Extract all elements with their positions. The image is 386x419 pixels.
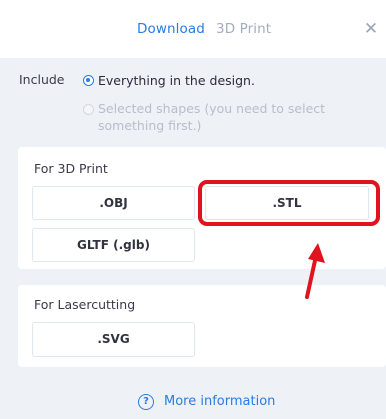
annotation-arrow (305, 243, 325, 299)
download-panel: Download 3D Print ✕ Include Everything i… (0, 0, 386, 419)
more-information-label: More information (164, 394, 276, 409)
help-icon: ? (138, 393, 154, 410)
more-information-link[interactable]: ? More information (138, 392, 275, 412)
